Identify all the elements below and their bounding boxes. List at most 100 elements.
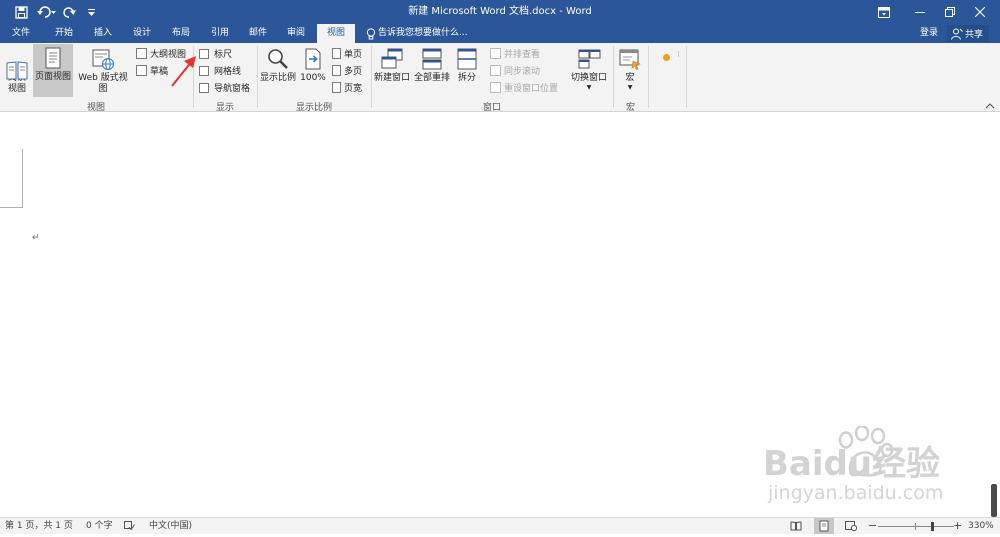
sync-scroll-icon	[490, 65, 501, 76]
title-bar: 新建 Microsoft Word 文档.docx - Word	[0, 0, 1000, 24]
switch-windows-dropdown-icon: ▼	[586, 84, 592, 91]
tab-review[interactable]: 审阅	[279, 24, 313, 43]
print-layout-button[interactable]: 页面视图	[33, 44, 73, 97]
margin-corner-mark	[0, 207, 23, 208]
print-layout-label: 页面视图	[34, 72, 71, 82]
macros-icon	[618, 47, 642, 71]
tab-insert[interactable]: 插入	[86, 24, 120, 43]
word-count[interactable]: 0 个字	[86, 518, 113, 534]
view-side-by-side-button[interactable]: 并排查看	[490, 46, 540, 61]
tab-design[interactable]: 设计	[125, 24, 159, 43]
nav-pane-checkbox[interactable]: 导航窗格	[199, 80, 250, 95]
zoom-100-icon	[301, 47, 325, 71]
one-page-button[interactable]: 单页	[332, 46, 362, 61]
web-layout-label: Web 版式视图	[78, 73, 128, 94]
macros-dropdown-icon: ▼	[627, 84, 633, 91]
tab-mailings[interactable]: 邮件	[241, 24, 275, 43]
tell-me-search[interactable]: 告诉我您想要做什么...	[378, 24, 478, 43]
read-mode-view-icon[interactable]	[790, 521, 802, 531]
group-separator	[648, 46, 649, 108]
page-width-button[interactable]: 页宽	[332, 80, 362, 95]
web-layout-view-icon[interactable]	[845, 521, 858, 532]
ruler-label: 标尺	[214, 50, 233, 60]
arrange-all-label: 全部重排	[413, 73, 450, 83]
jingyan-url: jingyan.baidu.com	[768, 482, 944, 504]
macros-label: 宏	[625, 73, 635, 83]
book-icon	[5, 47, 29, 80]
draft-label: 草稿	[150, 67, 169, 77]
orange-dot-icon	[663, 54, 670, 61]
gridlines-checkbox-box[interactable]	[199, 65, 209, 76]
nav-pane-label: 导航窗格	[214, 84, 251, 94]
zoom-level[interactable]: 330%	[968, 518, 994, 534]
macros-button[interactable]: 宏 ▼	[616, 45, 644, 97]
baidu-jingyan-brand: Baidu经验	[763, 444, 941, 484]
magnifier-icon	[266, 47, 290, 71]
zoom-in-button[interactable]: +	[953, 518, 962, 534]
new-window-button[interactable]: 新建窗口	[373, 45, 411, 97]
zoom-button[interactable]: 显示比例	[259, 45, 297, 97]
tab-file[interactable]: 文件	[4, 24, 38, 43]
group-separator	[371, 46, 372, 108]
share-person-icon	[951, 28, 963, 40]
switch-windows-label: 切换窗口	[570, 73, 607, 83]
tab-view[interactable]: 视图	[317, 24, 355, 43]
sign-in-link[interactable]: 登录	[914, 24, 944, 43]
gridlines-checkbox[interactable]: 网格线	[199, 63, 241, 78]
print-layout-view-icon[interactable]	[814, 518, 834, 534]
draft-view-button[interactable]: 草稿	[136, 63, 168, 78]
annotation-arrow	[168, 52, 200, 90]
web-layout-button[interactable]: Web 版式视图	[74, 45, 132, 97]
split-label: 拆分	[457, 73, 476, 83]
read-mode-button[interactable]: 阅读 视图	[3, 45, 31, 97]
ruler-checkbox-box[interactable]	[199, 48, 209, 59]
web-globe-icon	[91, 47, 115, 71]
sync-scroll-label: 同步滚动	[504, 67, 541, 77]
zoom-100-button[interactable]: 100%	[299, 45, 327, 97]
side-by-side-label: 并排查看	[504, 50, 541, 60]
status-bar: 第 1 页，共 1 页 0 个字 中文(中国) − + 330%	[0, 517, 1000, 534]
close-icon[interactable]	[962, 0, 998, 24]
ribbon-tab-bar: 文件 开始 插入 设计 布局 引用 邮件 审阅 视图 告诉我您想要做什么... …	[0, 24, 1000, 43]
paragraph-mark: ↵	[32, 233, 40, 243]
proofing-icon[interactable]	[124, 521, 135, 531]
one-page-icon	[332, 48, 341, 59]
ruler-checkbox[interactable]: 标尺	[199, 46, 232, 61]
ribbon: 阅读 视图 页面视图 Web 版式视图 大纲视图 草稿 视图 标尺 网格线 导航…	[0, 43, 1000, 113]
document-canvas[interactable]: ↵ Baidu经验 jingyan.baidu.com	[0, 112, 1000, 517]
zoom-label: 显示比例	[259, 73, 296, 83]
zoom-slider-track[interactable]	[878, 526, 954, 527]
tab-layout[interactable]: 布局	[164, 24, 198, 43]
gridlines-label: 网格线	[214, 67, 242, 77]
collapse-ribbon-icon[interactable]	[985, 102, 995, 110]
share-label: 共享	[965, 30, 984, 40]
zoom-slider-thumb[interactable]	[931, 522, 934, 531]
sync-scroll-button[interactable]: 同步滚动	[490, 63, 540, 78]
arrange-all-button[interactable]: 全部重排	[413, 45, 451, 97]
nav-pane-checkbox-box[interactable]	[199, 82, 209, 93]
reset-position-icon	[490, 82, 501, 93]
multi-page-button[interactable]: 多页	[332, 63, 362, 78]
side-by-side-icon	[490, 48, 501, 59]
group-separator	[257, 46, 258, 108]
zoom-out-button[interactable]: −	[868, 518, 877, 534]
tab-references[interactable]: 引用	[203, 24, 237, 43]
language-indicator[interactable]: 中文(中国)	[149, 518, 192, 534]
switch-windows-icon	[577, 47, 601, 71]
ribbon-options-icon[interactable]	[866, 0, 902, 24]
group-separator	[686, 46, 687, 108]
page-width-label: 页宽	[344, 84, 363, 94]
page-icon	[41, 46, 65, 70]
reset-position-label: 重设窗口位置	[504, 84, 559, 94]
one-page-label: 单页	[344, 50, 363, 60]
page-count[interactable]: 第 1 页，共 1 页	[5, 518, 73, 534]
group-separator	[613, 46, 614, 108]
new-window-label: 新建窗口	[373, 73, 410, 83]
reset-window-position-button[interactable]: 重设窗口位置	[490, 80, 558, 95]
tab-home[interactable]: 开始	[47, 24, 81, 43]
switch-windows-button[interactable]: 切换窗口 ▼	[568, 45, 610, 97]
vertical-scrollbar-thumb[interactable]	[991, 484, 997, 517]
split-button[interactable]: 拆分	[453, 45, 481, 97]
page-width-icon	[332, 82, 341, 93]
share-button[interactable]: 共享	[947, 25, 989, 42]
